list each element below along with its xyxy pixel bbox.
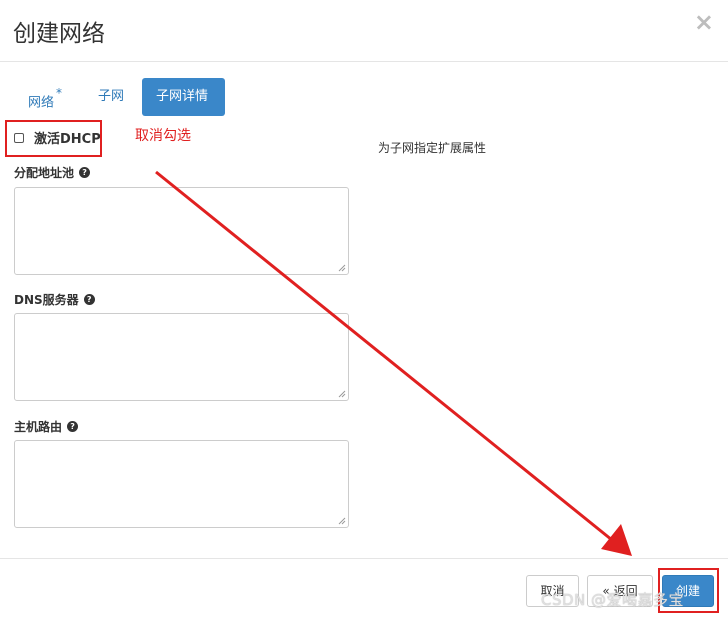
tab-subnet[interactable]: 子网: [84, 78, 138, 116]
resize-handle-icon[interactable]: [338, 517, 346, 525]
annotation-box-dhcp: [5, 120, 102, 157]
dns-servers-label: DNS服务器 ?: [14, 291, 95, 308]
resize-handle-icon[interactable]: [338, 264, 346, 272]
required-mark: *: [56, 86, 63, 100]
create-network-modal: 创建网络 × 网络* 子网 子网详情 激活DHCP 取消勾选 为子网指定扩展属性…: [0, 0, 728, 617]
tab-network-label: 网络: [28, 95, 55, 111]
allocation-pools-label: 分配地址池 ?: [14, 164, 91, 181]
allocation-pools-textarea[interactable]: [14, 187, 349, 275]
tab-subnet-details[interactable]: 子网详情: [142, 78, 225, 116]
allocation-pools-label-text: 分配地址池: [14, 166, 75, 180]
help-icon[interactable]: ?: [83, 294, 95, 305]
annotation-note: 取消勾选: [135, 128, 191, 144]
host-routes-textarea[interactable]: [14, 440, 349, 528]
tab-subnet-label: 子网: [98, 89, 125, 104]
modal-footer: [0, 558, 728, 559]
modal-title: 创建网络: [13, 21, 105, 47]
resize-handle-icon[interactable]: [338, 390, 346, 398]
close-icon[interactable]: ×: [694, 10, 714, 34]
tab-subnet-details-label: 子网详情: [156, 89, 209, 104]
help-icon[interactable]: ?: [79, 167, 91, 178]
modal-header: 创建网络 ×: [0, 0, 728, 62]
host-routes-label-text: 主机路由: [14, 420, 63, 434]
help-icon[interactable]: ?: [67, 421, 79, 432]
help-text: 为子网指定扩展属性: [378, 141, 487, 155]
tab-network[interactable]: 网络*: [14, 78, 76, 116]
dns-servers-label-text: DNS服务器: [14, 293, 79, 307]
watermark: CSDN @爱喝嘉多宝: [541, 591, 685, 609]
dns-servers-textarea[interactable]: [14, 313, 349, 401]
host-routes-label: 主机路由 ?: [14, 418, 79, 435]
